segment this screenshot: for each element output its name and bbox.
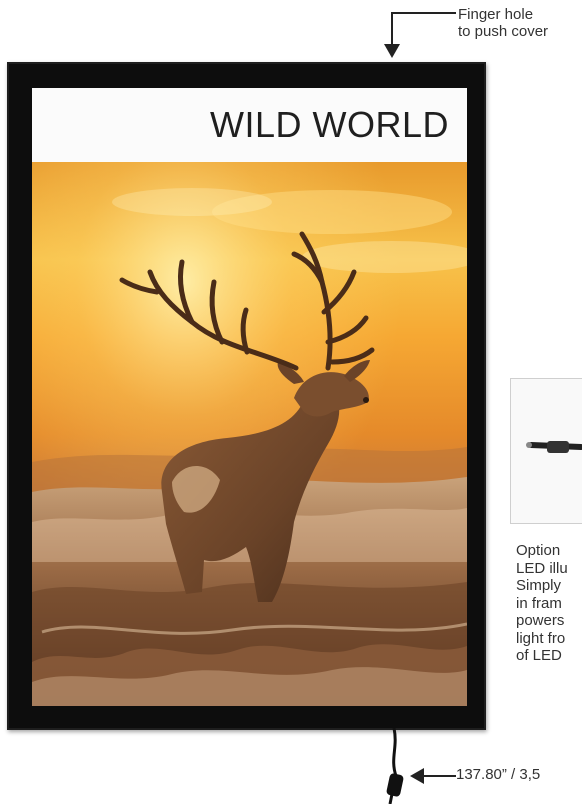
option-line-4: in fram <box>516 594 562 612</box>
arrow-left-icon <box>410 768 456 784</box>
stag-photo <box>32 162 467 706</box>
finger-hole-callout-line2: to push cover <box>458 23 549 40</box>
cable-length-label: 137.80” / 3,5 <box>456 766 541 783</box>
option-line-7: of LED <box>516 647 562 664</box>
poster-title: WILD WORLD <box>210 104 449 145</box>
power-cable-icon <box>386 728 404 804</box>
led-light-icon <box>526 441 582 453</box>
option-line-5: powers <box>516 612 565 629</box>
finger-hole-callout: Finger hole to push cover <box>458 6 548 40</box>
option-description: Option LED illu Simply in fram powers li… <box>516 542 568 665</box>
arrow-down-icon <box>384 12 456 58</box>
option-line-6: light fro <box>516 629 566 647</box>
poster-header: WILD WORLD <box>32 88 467 162</box>
option-line-2: LED illu <box>516 559 568 577</box>
option-line-1: Option <box>516 542 561 559</box>
finger-hole-callout-line1: Finger hole <box>458 6 534 23</box>
option-line-3: Simply <box>516 577 562 594</box>
led-light-thumbnail <box>510 378 582 524</box>
poster: WILD WORLD <box>32 88 467 706</box>
